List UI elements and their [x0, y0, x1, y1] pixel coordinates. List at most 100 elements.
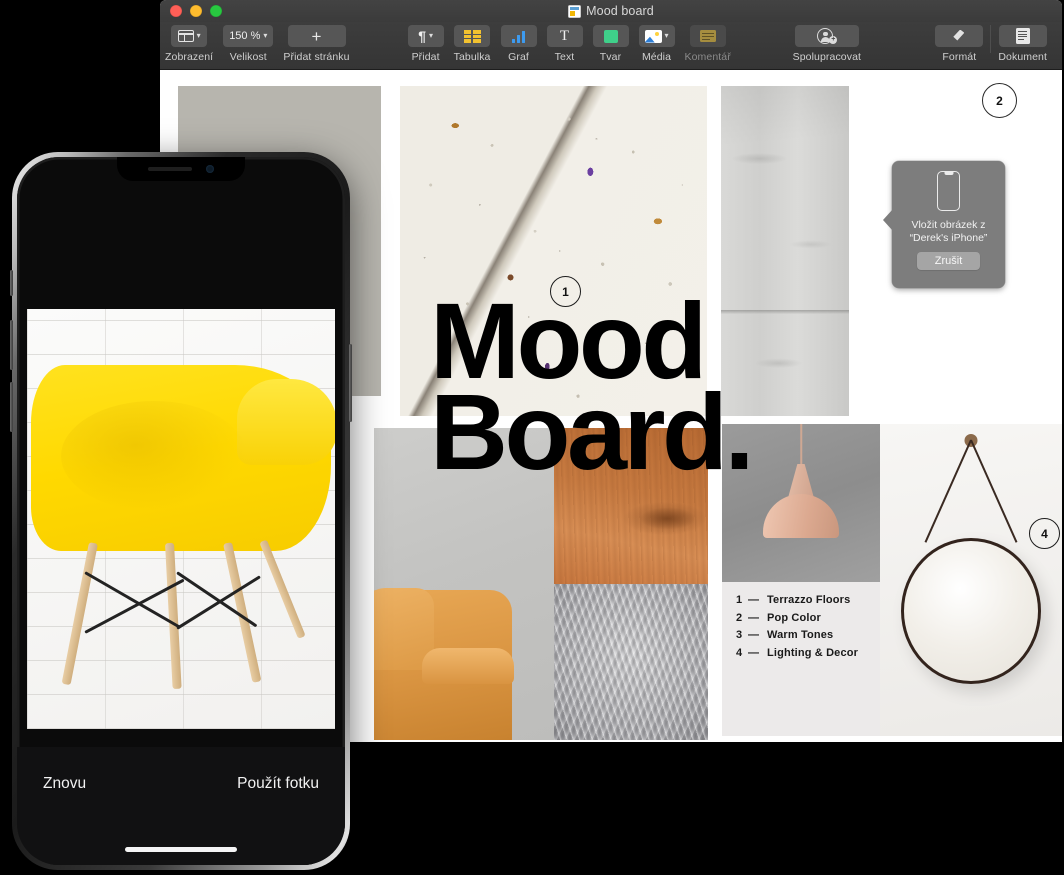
toolbar: ▾ Zobrazení 150 % ▾ Velikost + Přidat str… [160, 22, 1062, 70]
fur-rug-photo[interactable] [554, 584, 708, 740]
volume-up-button[interactable] [10, 320, 13, 370]
legend-list[interactable]: 1 — Terrazzo Floors 2 — Pop Color 3 — Wa… [736, 594, 858, 664]
retake-button[interactable]: Znovu [43, 775, 86, 793]
camera-preview-toolbar: Znovu Použít fotku [17, 747, 345, 865]
legend-item: 4 — Lighting & Decor [736, 647, 858, 659]
legend-number: 3 [736, 629, 743, 641]
legend-number: 2 [736, 611, 743, 624]
toolbar-button-zobrazeni[interactable]: ▾ Zobrazení [160, 25, 218, 63]
chair-leg [61, 542, 98, 686]
toolbar-label-zobrazeni: Zobrazení [165, 51, 214, 63]
toolbar-label-dokument: Dokument [998, 51, 1047, 63]
chair-leg [223, 542, 262, 683]
front-camera-icon [206, 165, 214, 173]
chevron-down-icon: ▾ [263, 31, 268, 40]
toolbar-button-komentar[interactable]: Komentář [680, 25, 736, 63]
legend-number: 1 [736, 594, 743, 606]
toolbar-label-velikost: Velikost [229, 51, 267, 63]
bar-chart-icon [511, 30, 526, 43]
silent-switch[interactable] [10, 270, 13, 296]
iphone-screen[interactable]: Znovu Použít fotku [17, 157, 345, 865]
toolbar-label-komentar: Komentář [684, 51, 731, 63]
minimize-button[interactable] [190, 5, 202, 17]
toolbar-label-pridat: Přidat [411, 51, 440, 63]
legend-number: 4 [736, 646, 743, 659]
toolbar-label-tvar: Tvar [599, 51, 622, 63]
traffic-light-group [170, 5, 222, 17]
toolbar-button-dokument[interactable]: Dokument [993, 25, 1052, 63]
continuity-camera-popup[interactable]: Vložit obrázek z “Derek's iPhone” Zrušit [883, 161, 1005, 288]
keynote-document-icon [568, 4, 582, 18]
chair-leg [259, 539, 306, 639]
plus-icon: + [311, 26, 322, 46]
toolbar-button-media[interactable]: ▾ Média [634, 25, 680, 63]
popup-message-line2: “Derek's iPhone” [909, 232, 988, 244]
use-photo-button[interactable]: Použít fotku [237, 775, 319, 793]
cancel-button[interactable]: Zrušit [916, 252, 981, 270]
toolbar-label-graf: Graf [508, 51, 529, 63]
collaborate-add-person-icon: + [817, 28, 838, 44]
volume-down-button[interactable] [10, 382, 13, 432]
toolbar-button-spolupracovat[interactable]: + Spolupracovat [778, 25, 876, 63]
window-title-group: Mood board [160, 0, 1062, 22]
chair-seat-shadow [61, 401, 247, 511]
popup-message: Vložit obrázek z “Derek's iPhone” [910, 219, 988, 245]
toolbar-button-graf[interactable]: Graf [496, 25, 542, 63]
view-layout-icon [177, 30, 194, 42]
toolbar-label-pridat-stranku: Přidat stránku [283, 51, 350, 63]
yellow-eames-chair-photo [27, 309, 335, 729]
screenshot-stage: Mood board ▾ Zobrazení 150 % ▾ Velikost +… [0, 0, 1064, 875]
close-button[interactable] [170, 5, 182, 17]
popup-message-line1: Vložit obrázek z [911, 219, 986, 231]
toolbar-label-media: Média [641, 51, 672, 63]
iphone-device-icon [937, 171, 960, 211]
callout-badge-1[interactable]: 1 [550, 276, 581, 307]
media-image-icon [644, 29, 662, 43]
window-titlebar[interactable]: Mood board [160, 0, 1062, 22]
toolbar-group-view: ▾ Zobrazení 150 % ▾ Velikost + Přidat str… [160, 25, 355, 63]
toolbar-button-tvar[interactable]: Tvar [588, 25, 634, 63]
leather-sofa-photo[interactable] [374, 428, 554, 740]
legend-dash: — [748, 629, 760, 641]
zoom-level-value: 150 % [229, 30, 261, 42]
chevron-down-icon: ▾ [428, 31, 433, 40]
toolbar-label-spolupracovat: Spolupracovat [792, 51, 862, 63]
toolbar-button-tabulka[interactable]: Tabulka [449, 25, 496, 63]
chevron-down-icon: ▾ [664, 31, 669, 40]
toolbar-group-collaborate: + Spolupracovat [778, 25, 876, 63]
callout-badge-4[interactable]: 4 [1029, 518, 1060, 549]
toolbar-label-text: Text [554, 51, 575, 63]
toolbar-button-pridat[interactable]: ¶ ▾ Přidat [403, 25, 449, 63]
round-mirror-photo[interactable] [880, 424, 1062, 736]
toolbar-button-velikost[interactable]: 150 % ▾ Velikost [218, 25, 278, 63]
concrete-column-photo[interactable] [721, 86, 849, 416]
toolbar-button-pridat-stranku[interactable]: + Přidat stránku [278, 25, 354, 63]
toolbar-button-format[interactable]: Formát [930, 25, 988, 63]
legend-text: Lighting & Decor [767, 646, 859, 659]
notch [117, 157, 245, 181]
text-icon: T [559, 27, 570, 44]
legend-item: 3 — Warm Tones [736, 629, 858, 641]
window-title: Mood board [586, 4, 654, 18]
document-icon [1015, 28, 1030, 44]
zoom-button[interactable] [210, 5, 222, 17]
iphone-device: Znovu Použít fotku [10, 152, 352, 870]
legend-text: Terrazzo Floors [767, 594, 851, 606]
wood-grain-photo[interactable] [554, 428, 708, 584]
comment-icon [699, 30, 716, 42]
power-button[interactable] [349, 344, 352, 422]
terrazzo-slab-photo[interactable] [400, 86, 707, 416]
legend-item: 1 — Terrazzo Floors [736, 594, 858, 606]
earpiece-speaker-icon [148, 167, 192, 171]
toolbar-separator [990, 25, 992, 53]
toolbar-button-text[interactable]: T Text [542, 25, 588, 63]
legend-dash: — [748, 611, 760, 624]
home-indicator[interactable] [125, 847, 237, 852]
legend-dash: — [748, 646, 760, 659]
format-brush-icon [950, 29, 968, 44]
pendant-lamp-photo[interactable] [722, 424, 880, 582]
toolbar-group-insert: ¶ ▾ Přidat Tabulka Graf T Text Tvar ▾ Mé… [403, 25, 736, 63]
toolbar-group-inspector: Formát Dokument [930, 25, 1052, 63]
callout-badge-2[interactable]: 2 [982, 83, 1017, 118]
shape-icon [603, 29, 618, 43]
